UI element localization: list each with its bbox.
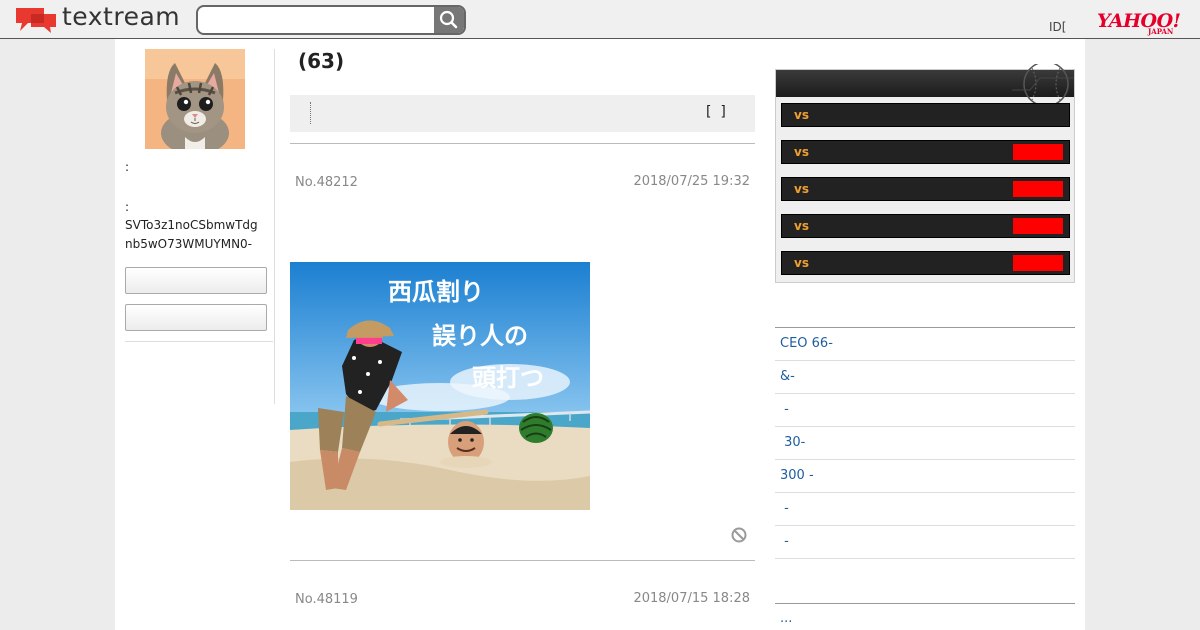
post-number[interactable]: No.48212 bbox=[295, 175, 358, 190]
post-date: 2018/07/15 18:28 bbox=[633, 591, 750, 606]
game-row[interactable]: vs bbox=[781, 177, 1070, 201]
header: textream ID[ YAHOO! JAPAN bbox=[0, 0, 1200, 39]
topic-link[interactable]: - bbox=[775, 394, 1075, 427]
search-icon bbox=[439, 10, 458, 29]
search-button[interactable] bbox=[434, 7, 464, 33]
baseball-scores-widget: vs vs vs vs vs bbox=[775, 64, 1075, 283]
game-vs-label: vs bbox=[794, 108, 809, 122]
svg-text:誤り人の: 誤り人の bbox=[432, 321, 528, 350]
topic-link[interactable]: - bbox=[775, 526, 1075, 559]
game-row[interactable]: vs bbox=[781, 251, 1070, 275]
profile-button-1[interactable] bbox=[125, 267, 267, 294]
thread-toolbar: [ ] bbox=[290, 95, 755, 132]
scores-header bbox=[776, 64, 1074, 104]
more-link[interactable]: ... bbox=[780, 611, 792, 626]
topic-link[interactable]: 300 - bbox=[775, 460, 1075, 493]
profile-button-2[interactable] bbox=[125, 304, 267, 331]
yahoo-japan-logo[interactable]: YAHOO! JAPAN bbox=[1097, 10, 1187, 36]
speech-bubble-logo-icon bbox=[16, 8, 56, 33]
post-number[interactable]: No.48119 bbox=[295, 592, 358, 607]
ban-button[interactable] bbox=[731, 527, 747, 543]
id-link[interactable]: ID[ bbox=[1049, 20, 1066, 34]
baseball-icon bbox=[1012, 64, 1074, 104]
game-row[interactable]: vs bbox=[781, 140, 1070, 164]
profile-divider bbox=[125, 341, 273, 342]
topic-list: CEO 66- &- - 30- 300 - - - bbox=[775, 327, 1075, 559]
post-divider bbox=[290, 143, 755, 144]
toolbar-bracket-link[interactable]: [ ] bbox=[706, 104, 726, 120]
watermelon-beach-image: 西瓜割り 誤り人の 頭打つ bbox=[290, 262, 590, 510]
toolbar-separator bbox=[310, 102, 311, 124]
profile-user-id: SVTo3z1noCSbmwTdgnb5wO73WMUYMN0- bbox=[125, 218, 258, 251]
avatar[interactable] bbox=[145, 49, 245, 149]
svg-text:頭打つ: 頭打つ bbox=[472, 363, 544, 392]
game-score-badge bbox=[1013, 218, 1063, 234]
textream-logo[interactable]: textream bbox=[14, 2, 184, 34]
post-date: 2018/07/25 19:32 bbox=[633, 174, 750, 189]
topic-link[interactable]: 30- bbox=[775, 427, 1075, 460]
column-divider bbox=[274, 49, 275, 404]
post-count: (63) bbox=[298, 49, 345, 73]
topic-link[interactable]: &- bbox=[775, 361, 1075, 394]
game-vs-label: vs bbox=[794, 256, 809, 270]
game-score-badge bbox=[1013, 144, 1063, 160]
game-score-badge bbox=[1013, 181, 1063, 197]
game-row[interactable]: vs bbox=[781, 103, 1070, 127]
post-divider bbox=[290, 560, 755, 561]
search-input[interactable] bbox=[204, 11, 430, 29]
post-image[interactable]: 西瓜割り 誤り人の 頭打つ bbox=[290, 262, 590, 510]
ban-icon bbox=[731, 527, 747, 543]
yahoo-logo-subtext: JAPAN bbox=[1148, 27, 1174, 36]
topic-link[interactable]: - bbox=[775, 493, 1075, 526]
game-vs-label: vs bbox=[794, 182, 809, 196]
topic-link[interactable]: CEO 66- bbox=[775, 328, 1075, 361]
game-vs-label: vs bbox=[794, 145, 809, 159]
profile-label-1: : bbox=[125, 160, 130, 174]
search-box[interactable] bbox=[196, 5, 466, 35]
game-vs-label: vs bbox=[794, 219, 809, 233]
kitten-avatar-image bbox=[145, 49, 245, 149]
game-score-badge bbox=[1013, 255, 1063, 271]
game-row[interactable]: vs bbox=[781, 214, 1070, 238]
profile-label-2: : bbox=[125, 200, 130, 214]
logo-text: textream bbox=[62, 2, 181, 31]
svg-text:西瓜割り: 西瓜割り bbox=[388, 277, 484, 306]
more-divider bbox=[775, 603, 1075, 604]
